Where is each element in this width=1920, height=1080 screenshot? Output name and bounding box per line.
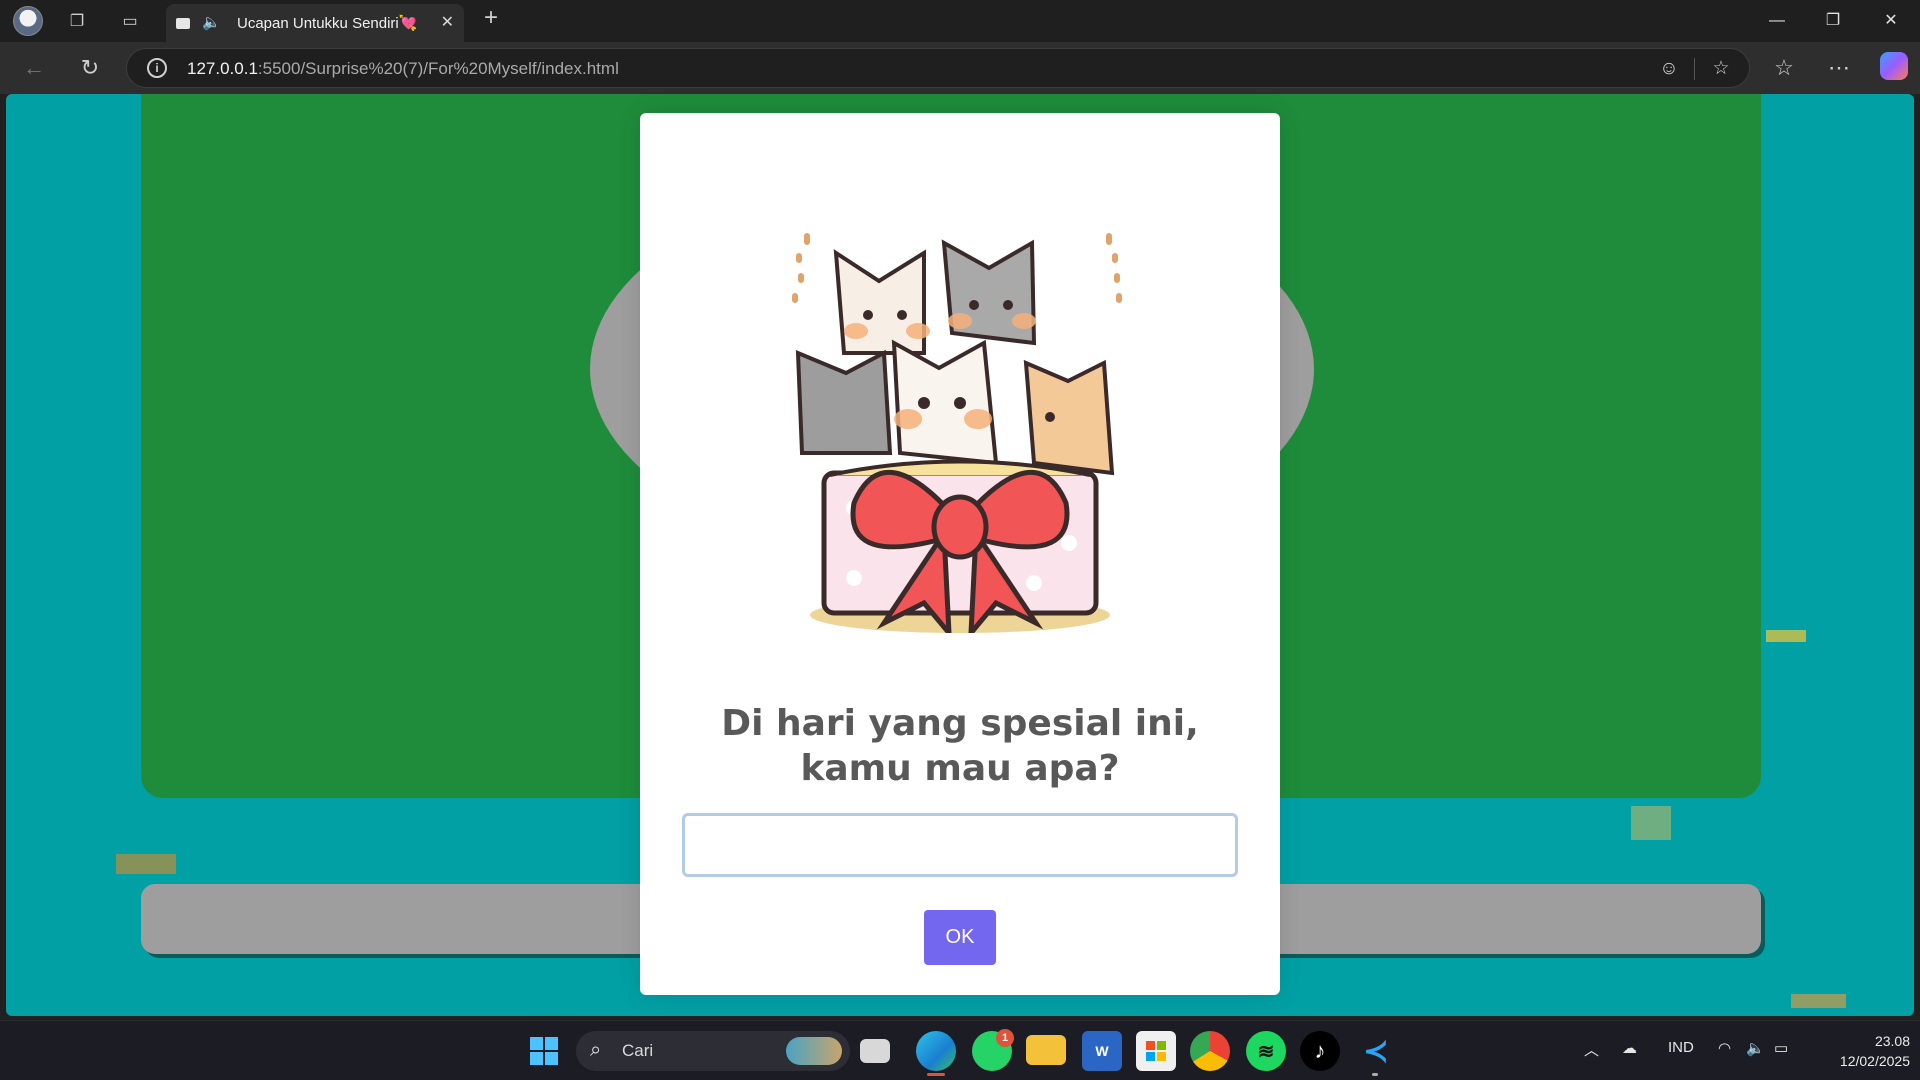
- restore-button[interactable]: ❐: [1810, 8, 1856, 34]
- url-text[interactable]: 127.0.0.1:5500/Surprise%20(7)/For%20Myse…: [187, 59, 619, 79]
- address-bar[interactable]: i 127.0.0.1:5500/Surprise%20(7)/For%20My…: [126, 48, 1750, 88]
- dialog-title: Di hari yang spesial ini, kamu mau apa?: [640, 701, 1280, 791]
- tiktok-icon[interactable]: ♪: [1300, 1031, 1340, 1071]
- site-info-icon[interactable]: i: [147, 58, 167, 78]
- clock-time: 23.08: [1874, 1033, 1910, 1049]
- wish-input[interactable]: [682, 813, 1238, 877]
- chrome-icon[interactable]: [1190, 1031, 1230, 1071]
- edge-browser-icon[interactable]: [916, 1031, 956, 1071]
- pixel-decoration: [1766, 630, 1806, 642]
- taskbar-search[interactable]: ⌕ Cari: [576, 1031, 850, 1071]
- active-tab[interactable]: 🔈 Ucapan Untukku Sendiri💘 ✕: [166, 4, 464, 42]
- page-favicon-icon: [176, 18, 190, 29]
- cats-gift-illustration: [792, 233, 1122, 633]
- search-placeholder: Cari: [622, 1041, 654, 1060]
- dialog-title-line1: Di hari yang spesial ini,: [721, 703, 1199, 744]
- search-icon: ⌕: [590, 1039, 602, 1061]
- pixel-decoration: [1791, 994, 1846, 1008]
- dialog-title-line2: kamu mau apa?: [800, 748, 1120, 789]
- back-arrow-icon[interactable]: ←: [20, 54, 48, 82]
- ok-button[interactable]: OK: [924, 910, 996, 965]
- close-window-button[interactable]: ✕: [1868, 8, 1914, 34]
- more-options-icon[interactable]: ⋯: [1825, 54, 1853, 82]
- windows-start-icon[interactable]: [524, 1031, 564, 1071]
- vertical-tabs-icon[interactable]: ▭: [117, 8, 143, 34]
- tab-title: Ucapan Untukku Sendiri💘: [237, 15, 418, 32]
- vscode-running-indicator: [1372, 1073, 1378, 1076]
- favorites-list-icon[interactable]: ☆: [1770, 54, 1798, 82]
- prompt-dialog: Di hari yang spesial ini, kamu mau apa? …: [640, 113, 1280, 995]
- language-indicator[interactable]: IND: [1668, 1039, 1694, 1056]
- microsoft-store-icon[interactable]: [1136, 1031, 1176, 1071]
- show-hidden-icons-icon[interactable]: ︿: [1584, 1039, 1599, 1060]
- browser-toolbar: ← ↻ i 127.0.0.1:5500/Surprise%20(7)/For%…: [0, 42, 1920, 94]
- onedrive-cloud-icon[interactable]: ☁: [1622, 1039, 1637, 1057]
- reading-view-icon[interactable]: ☺: [1657, 57, 1681, 81]
- new-tab-icon[interactable]: +: [478, 4, 504, 31]
- profile-avatar-icon[interactable]: [13, 6, 43, 36]
- pixel-decoration: [116, 854, 176, 874]
- refresh-icon[interactable]: ↻: [76, 54, 104, 82]
- clock-date: 12/02/2025: [1839, 1053, 1910, 1069]
- battery-icon[interactable]: ▭: [1774, 1039, 1788, 1057]
- workspaces-icon[interactable]: ❐: [64, 8, 90, 34]
- minimize-button[interactable]: —: [1754, 8, 1800, 34]
- browser-titlebar: ❐ ▭ 🔈 Ucapan Untukku Sendiri💘 ✕ + — ❐ ✕: [0, 0, 1920, 42]
- favorite-star-icon[interactable]: ☆: [1709, 57, 1733, 81]
- file-explorer-icon[interactable]: [1026, 1035, 1066, 1065]
- wifi-icon[interactable]: ◠: [1718, 1039, 1731, 1057]
- notification-badge: 1: [996, 1029, 1014, 1047]
- vscode-icon[interactable]: ≺: [1356, 1031, 1396, 1071]
- edge-active-indicator: [927, 1073, 945, 1076]
- whatsapp-icon[interactable]: 1: [972, 1029, 1014, 1071]
- copilot-icon[interactable]: [1880, 52, 1908, 80]
- task-view-icon[interactable]: [860, 1039, 890, 1063]
- pixel-decoration: [1631, 806, 1671, 840]
- spotify-icon[interactable]: ≋: [1246, 1031, 1286, 1071]
- tab-close-icon[interactable]: ✕: [441, 12, 454, 32]
- tab-audio-icon[interactable]: 🔈: [202, 13, 221, 31]
- volume-icon[interactable]: 🔈: [1746, 1039, 1765, 1057]
- word-icon[interactable]: W: [1082, 1031, 1122, 1071]
- windows-taskbar: ⌕ Cari 1 W ≋ ♪ ≺ ︿ ☁ IND ◠ 🔈 ▭ 23.08 12/…: [0, 1020, 1920, 1080]
- system-clock[interactable]: 23.08 12/02/2025: [1810, 1031, 1910, 1071]
- search-highlight-art: [786, 1037, 842, 1065]
- omnibox-divider: [1694, 58, 1695, 80]
